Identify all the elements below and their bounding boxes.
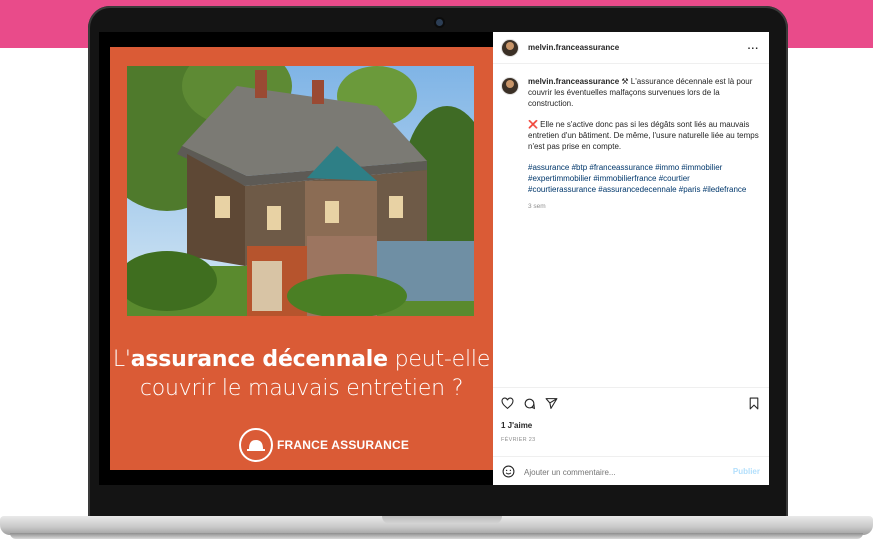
comment-bar: Publier bbox=[493, 456, 769, 485]
heart-icon[interactable] bbox=[501, 397, 514, 412]
laptop-screen: L'assurance décennale peut-elle couvrir … bbox=[99, 32, 769, 485]
publish-button[interactable]: Publier bbox=[733, 467, 760, 476]
caption-hashtags[interactable]: #assurance #btp #franceassurance #immo #… bbox=[528, 162, 759, 195]
brand-logo: FRANCE ASSURANCE bbox=[239, 428, 409, 462]
action-icons bbox=[501, 397, 558, 412]
post-sidebar: melvin.franceassurance ... melvin.france… bbox=[493, 32, 769, 485]
bookmark-icon[interactable] bbox=[748, 397, 760, 412]
post-time: 3 sem bbox=[528, 203, 546, 210]
avatar[interactable] bbox=[501, 38, 519, 57]
post-headline: L'assurance décennale peut-elle couvrir … bbox=[110, 345, 493, 403]
likes-count[interactable]: 1 J'aime bbox=[501, 421, 532, 430]
laptop-base-edge bbox=[10, 533, 863, 539]
helmet-icon bbox=[239, 428, 273, 462]
caption-avatar[interactable] bbox=[501, 77, 519, 95]
caption-username[interactable]: melvin.franceassurance bbox=[528, 77, 619, 86]
header-username[interactable]: melvin.franceassurance bbox=[528, 43, 619, 52]
house-photo bbox=[127, 66, 474, 316]
post-actions: 1 J'aime FÉVRIER 23 Publier bbox=[493, 387, 769, 485]
brand-name: FRANCE ASSURANCE bbox=[277, 438, 410, 452]
post-caption: melvin.franceassurance ⚒ L'assurance déc… bbox=[501, 76, 759, 212]
post-date: FÉVRIER 23 bbox=[501, 437, 536, 443]
headline-mid: peut-elle bbox=[387, 347, 491, 372]
headline-prefix: L' bbox=[112, 347, 131, 372]
caption-paragraph-1: melvin.franceassurance ⚒ L'assurance déc… bbox=[528, 76, 759, 109]
headline-line2: couvrir le mauvais entretien ? bbox=[139, 376, 464, 401]
share-icon[interactable] bbox=[545, 397, 558, 412]
emoji-icon[interactable] bbox=[502, 465, 515, 480]
comment-icon[interactable] bbox=[523, 397, 536, 412]
caption-body: melvin.franceassurance ⚒ L'assurance déc… bbox=[528, 76, 759, 212]
laptop-notch bbox=[382, 516, 502, 524]
headline-bold: assurance décennale bbox=[130, 347, 388, 372]
post-image[interactable]: L'assurance décennale peut-elle couvrir … bbox=[110, 47, 493, 470]
comment-input[interactable] bbox=[524, 467, 704, 477]
caption-paragraph-2: ❌ Elle ne s'active donc pas si les dégât… bbox=[528, 120, 759, 151]
post-header: melvin.franceassurance ... bbox=[493, 32, 769, 64]
laptop-camera bbox=[436, 19, 443, 26]
more-options-button[interactable]: ... bbox=[748, 41, 759, 52]
